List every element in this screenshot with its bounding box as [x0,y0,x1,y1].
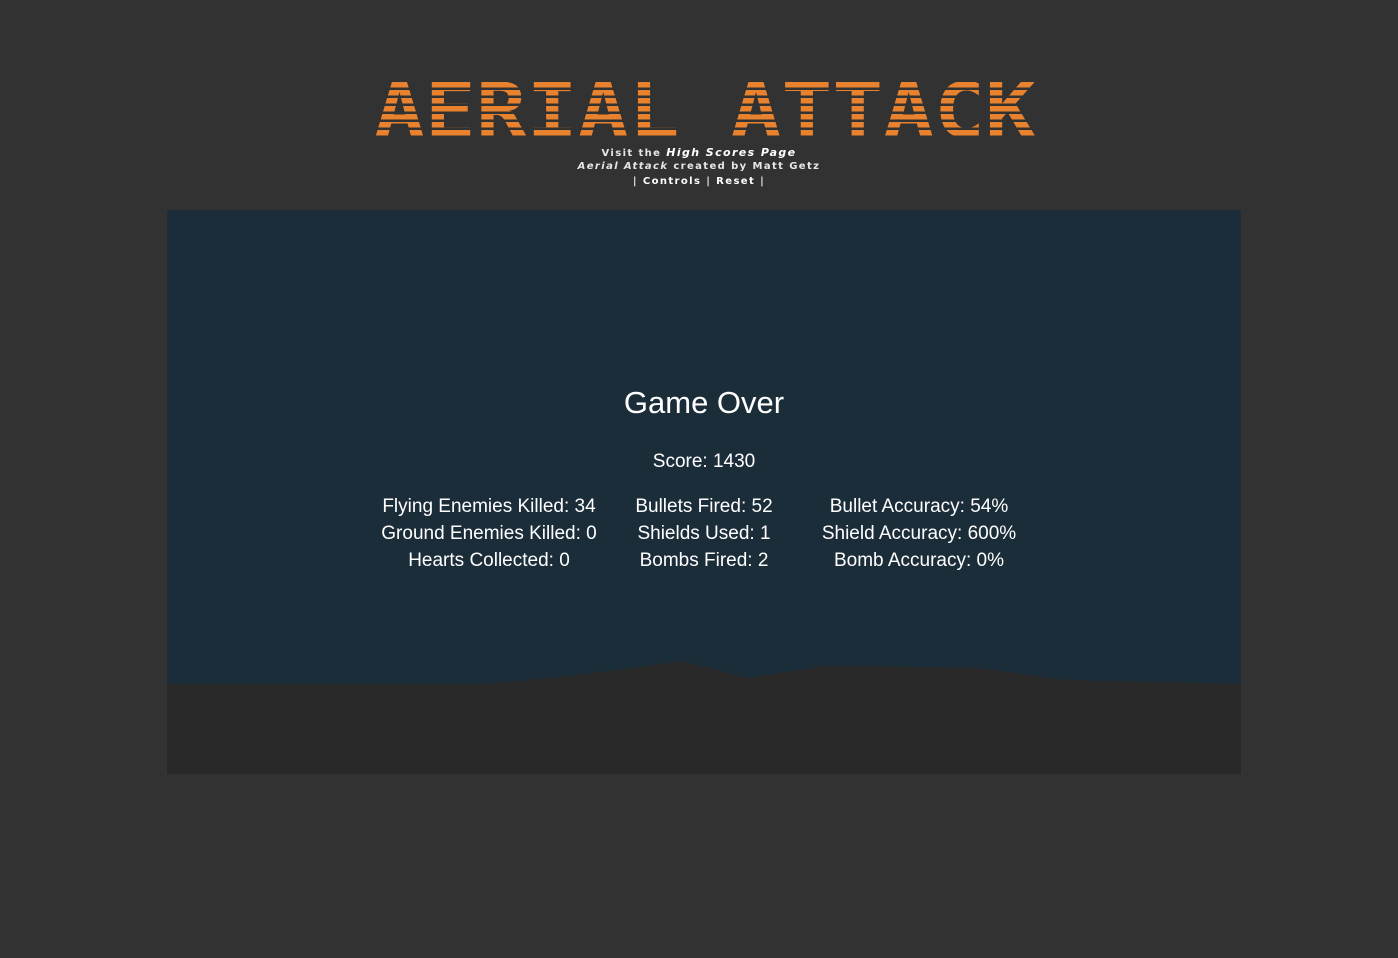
nav-separator: | [760,176,766,187]
game-over-title: Game Over [623,385,785,420]
credit-author: created by Matt Getz [673,161,821,172]
stat-bullet-accuracy: Bullet Accuracy: 54% [829,496,1009,517]
game-canvas[interactable]: Game Over Score: 1430 Flying Enemies Kil… [167,210,1241,774]
nav-separator: | [632,176,638,187]
nav-separator: | [706,176,712,187]
game-logo: AERIAL ATTACK [372,82,1038,140]
stat-shield-accuracy: Shield Accuracy: 600% [821,523,1017,544]
high-scores-line: Visit the High Scores Page [0,146,1398,159]
high-scores-link[interactable]: High Scores Page [666,146,796,159]
credit-line: Aerial Attack created by Matt Getz [0,161,1398,172]
ground-terrain [167,661,1241,774]
credit-game-name: Aerial Attack [577,161,669,172]
hills [167,661,1241,774]
stat-bomb-accuracy: Bomb Accuracy: 0% [833,550,1005,571]
nav-links: | Controls | Reset | [0,176,1398,187]
reset-link[interactable]: Reset [716,176,755,187]
final-score: Score: 1430 [652,451,756,472]
controls-link[interactable]: Controls [643,176,702,187]
visit-prefix: Visit the [601,148,662,159]
logo-graphic: AERIAL ATTACK [374,82,1036,140]
logo-text: AERIAL ATTACK [374,82,1036,140]
